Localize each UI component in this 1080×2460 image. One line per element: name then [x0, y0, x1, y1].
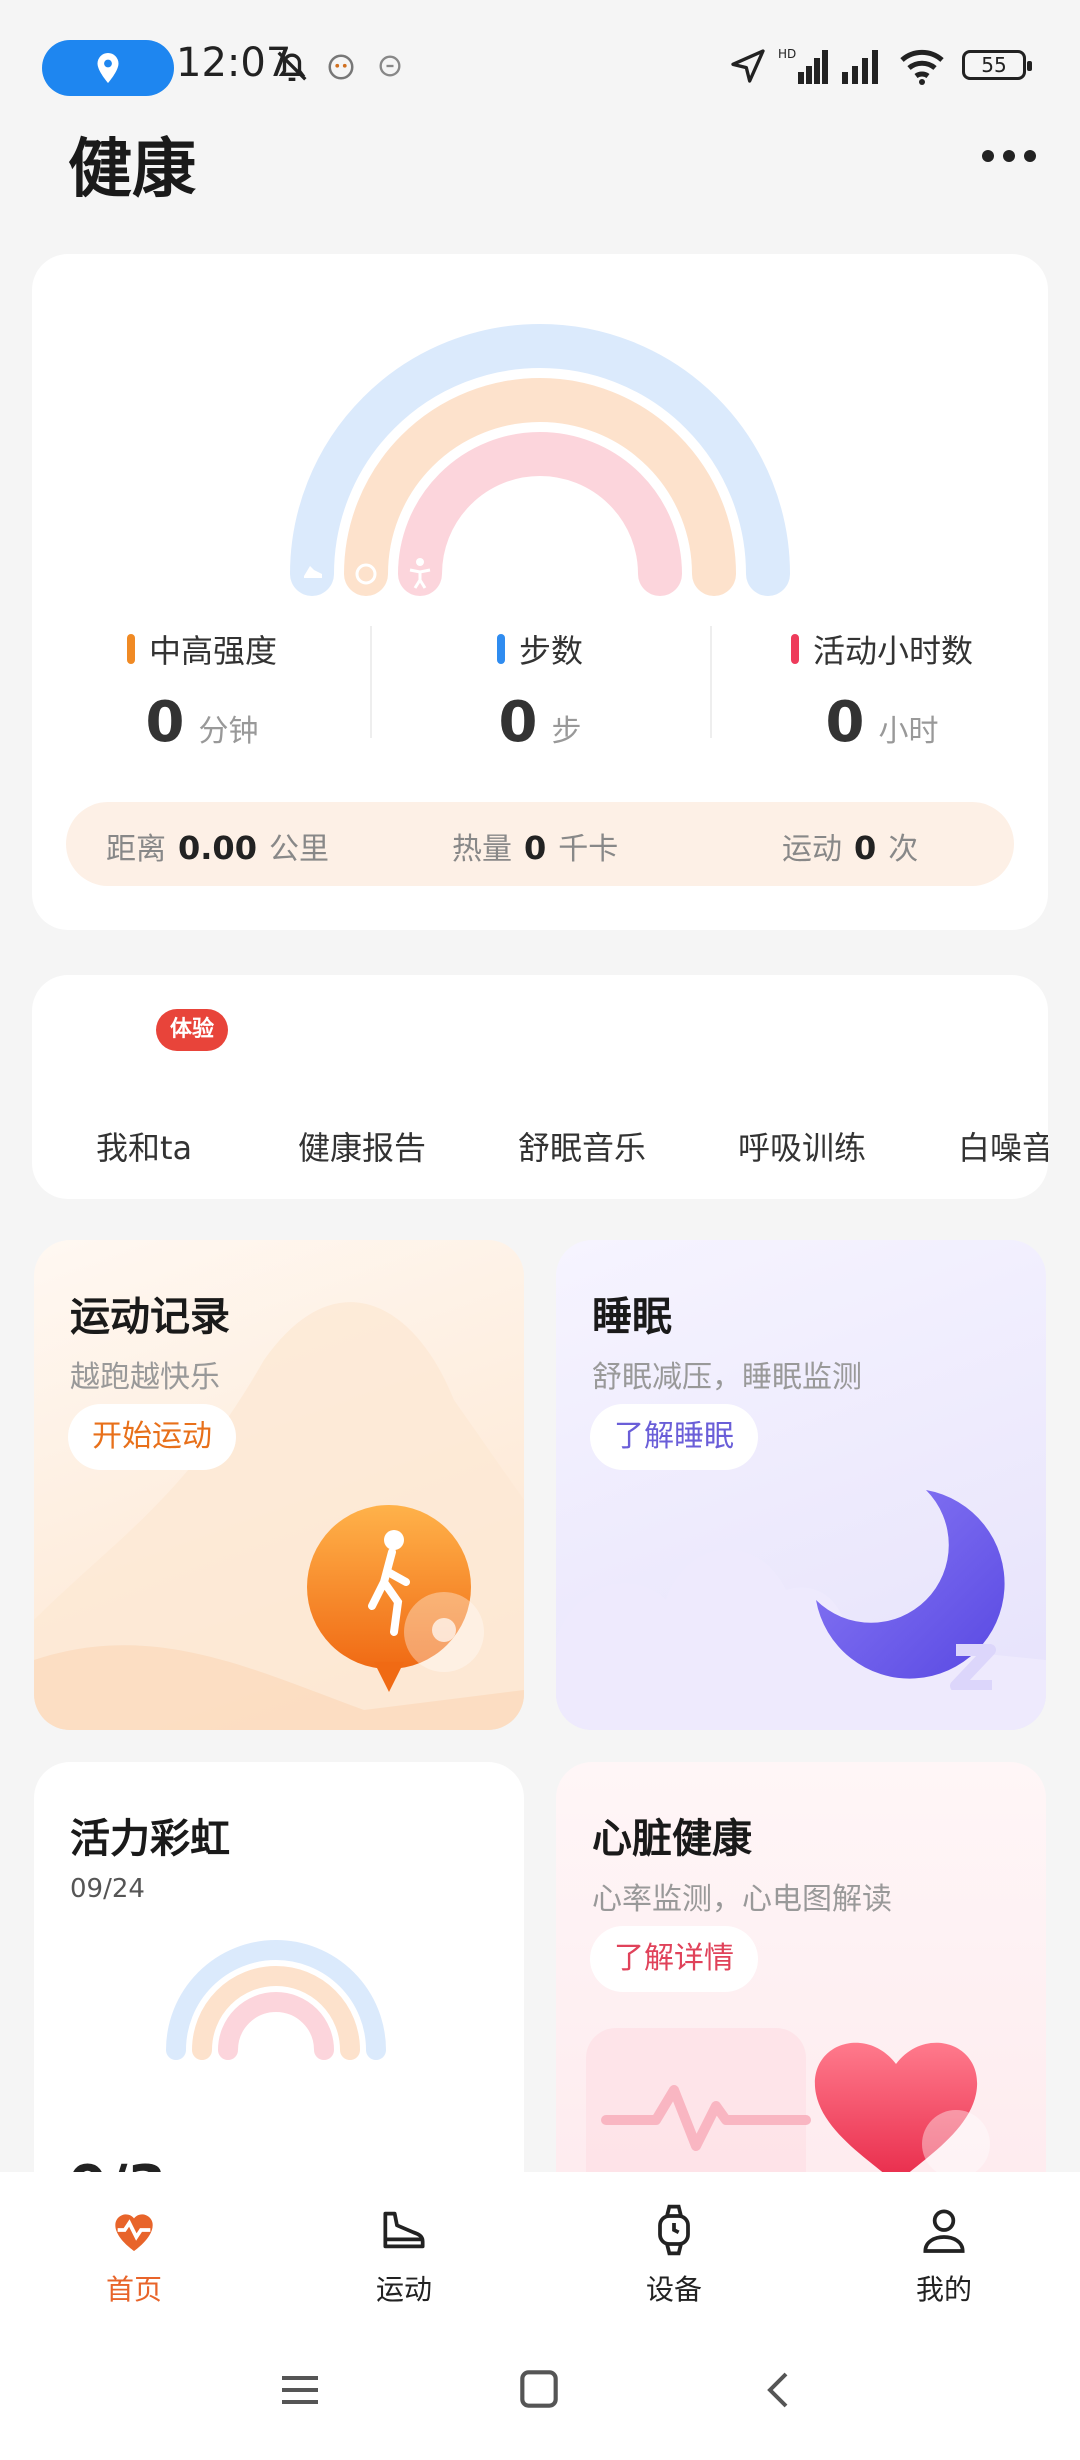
metric-label: 步数: [518, 632, 583, 670]
stat-unit: 千卡: [558, 832, 619, 867]
metric-color-bar: [126, 634, 135, 664]
battery-indicator: 55: [962, 50, 1032, 80]
stat-value: 0: [854, 829, 877, 867]
nav-sport[interactable]: 运动: [334, 2202, 474, 2308]
status-bar: 12:07 HD 55: [0, 0, 1080, 130]
watch-icon: [658, 2204, 690, 2256]
notification-app-icon: [328, 54, 354, 80]
metric-color-bar: [790, 634, 799, 664]
metric-active-hours[interactable]: 活动小时数 0 小时: [732, 626, 1032, 755]
runner-pin-icon: [307, 1505, 484, 1692]
card-title: 运动记录: [70, 1294, 230, 1340]
moon-icon: [816, 1490, 1005, 1690]
back-chevron-icon[interactable]: [756, 2366, 804, 2414]
menu-icon[interactable]: [276, 2366, 324, 2414]
nav-label: 我的: [915, 2273, 972, 2306]
metric-value: 0: [145, 690, 185, 755]
stat-label: 运动: [782, 832, 842, 867]
stat-workouts: 运动 0 次: [782, 824, 918, 868]
nav-profile[interactable]: 我的: [874, 2202, 1014, 2308]
learn-heart-button[interactable]: 了解详情: [590, 1926, 758, 1992]
daily-stats-bar[interactable]: 距离 0.00 公里 热量 0 千卡 运动 0 次: [66, 802, 1014, 886]
metric-intensity[interactable]: 中高强度 0 分钟: [52, 626, 352, 755]
stat-value: 0: [524, 829, 547, 867]
home-square-icon[interactable]: [514, 2364, 564, 2414]
signal-hd-icon: HD: [778, 47, 828, 84]
metric-label: 活动小时数: [812, 632, 973, 670]
quick-access-row: 体验 我和ta 健康报告 舒眠音乐 呼吸训练 白噪音: [32, 975, 1048, 1199]
signal-icon: [842, 50, 878, 84]
trial-badge: 体验: [156, 1009, 228, 1051]
nav-home[interactable]: 首页: [64, 2202, 204, 2308]
stat-unit: 次: [888, 832, 919, 867]
divider: [710, 626, 712, 738]
navigation-arrow-icon: [731, 49, 765, 83]
quick-item-white-noise[interactable]: 白噪音: [958, 1123, 1048, 1169]
nav-device[interactable]: 设备: [604, 2202, 744, 2308]
stat-distance: 距离 0.00 公里: [106, 824, 329, 868]
bottom-navigation: 首页 运动 设备 我的: [0, 2172, 1080, 2322]
quick-item-sleep-music[interactable]: 舒眠音乐: [518, 1123, 646, 1169]
metric-unit: 小时: [878, 714, 939, 749]
stat-label: 距离: [106, 832, 166, 867]
metric-value: 0: [825, 690, 865, 755]
metric-steps[interactable]: 步数 0步: [390, 626, 690, 755]
activity-rainbow-chart: [290, 324, 790, 596]
quick-item-health-report[interactable]: 健康报告: [298, 1123, 426, 1169]
nav-label: 首页: [105, 2273, 162, 2306]
start-workout-button[interactable]: 开始运动: [68, 1404, 236, 1470]
card-title: 心脏健康: [592, 1816, 752, 1862]
svg-text:HD: HD: [778, 47, 796, 61]
mini-rainbow-chart: [166, 1940, 386, 2060]
activity-summary-card[interactable]: 中高强度 0 分钟 步数 0步 活动小时数 0 小时 距离 0.00 公里 热量 0 千卡 …: [32, 254, 1048, 930]
card-date: 09/24: [70, 1874, 145, 1904]
notification-app-icon-2: [379, 55, 401, 77]
more-menu-button[interactable]: [982, 150, 1036, 164]
quick-item-me-and-ta[interactable]: 我和ta: [96, 1123, 192, 1169]
card-title: 睡眠: [592, 1294, 672, 1340]
heart-illustration-icon: [586, 2028, 990, 2184]
nav-label: 设备: [645, 2273, 702, 2306]
learn-sleep-button[interactable]: 了解睡眠: [590, 1404, 758, 1470]
card-subtitle: 心率监测，心电图解读: [592, 1882, 892, 1917]
location-pill[interactable]: [42, 40, 174, 96]
person-icon: [923, 2209, 965, 2253]
heart-pulse-icon: [115, 2214, 153, 2251]
card-title: 活力彩虹: [70, 1816, 230, 1862]
metric-label: 中高强度: [148, 632, 277, 670]
quick-item-breathing[interactable]: 呼吸训练: [738, 1123, 866, 1169]
metric-unit: 步: [551, 714, 582, 749]
system-navigation-bar: [0, 2322, 1080, 2460]
divider: [370, 626, 372, 738]
stat-unit: 公里: [268, 832, 329, 867]
metric-unit: 分钟: [198, 714, 259, 749]
card-subtitle: 舒眠减压，睡眠监测: [592, 1360, 862, 1395]
stat-value: 0.00: [178, 829, 257, 867]
silent-bell-icon: [277, 51, 307, 81]
sport-record-card[interactable]: 运动记录 越跑越快乐 开始运动: [34, 1240, 524, 1730]
nav-label: 运动: [375, 2273, 432, 2306]
wifi-icon: [900, 49, 944, 85]
metric-color-bar: [496, 634, 505, 664]
quick-item-clip: 白噪音: [958, 1123, 1048, 1171]
stat-label: 热量: [452, 832, 512, 867]
shoe-icon: [383, 2211, 425, 2249]
stat-calories: 热量 0 千卡: [452, 824, 618, 868]
metric-value: 0: [498, 690, 538, 755]
location-pin-icon: [97, 53, 119, 83]
page-title: 健康: [68, 133, 196, 207]
sleep-card[interactable]: 睡眠 舒眠减压，睡眠监测 了解睡眠: [556, 1240, 1046, 1730]
card-subtitle: 越跑越快乐: [70, 1360, 220, 1395]
